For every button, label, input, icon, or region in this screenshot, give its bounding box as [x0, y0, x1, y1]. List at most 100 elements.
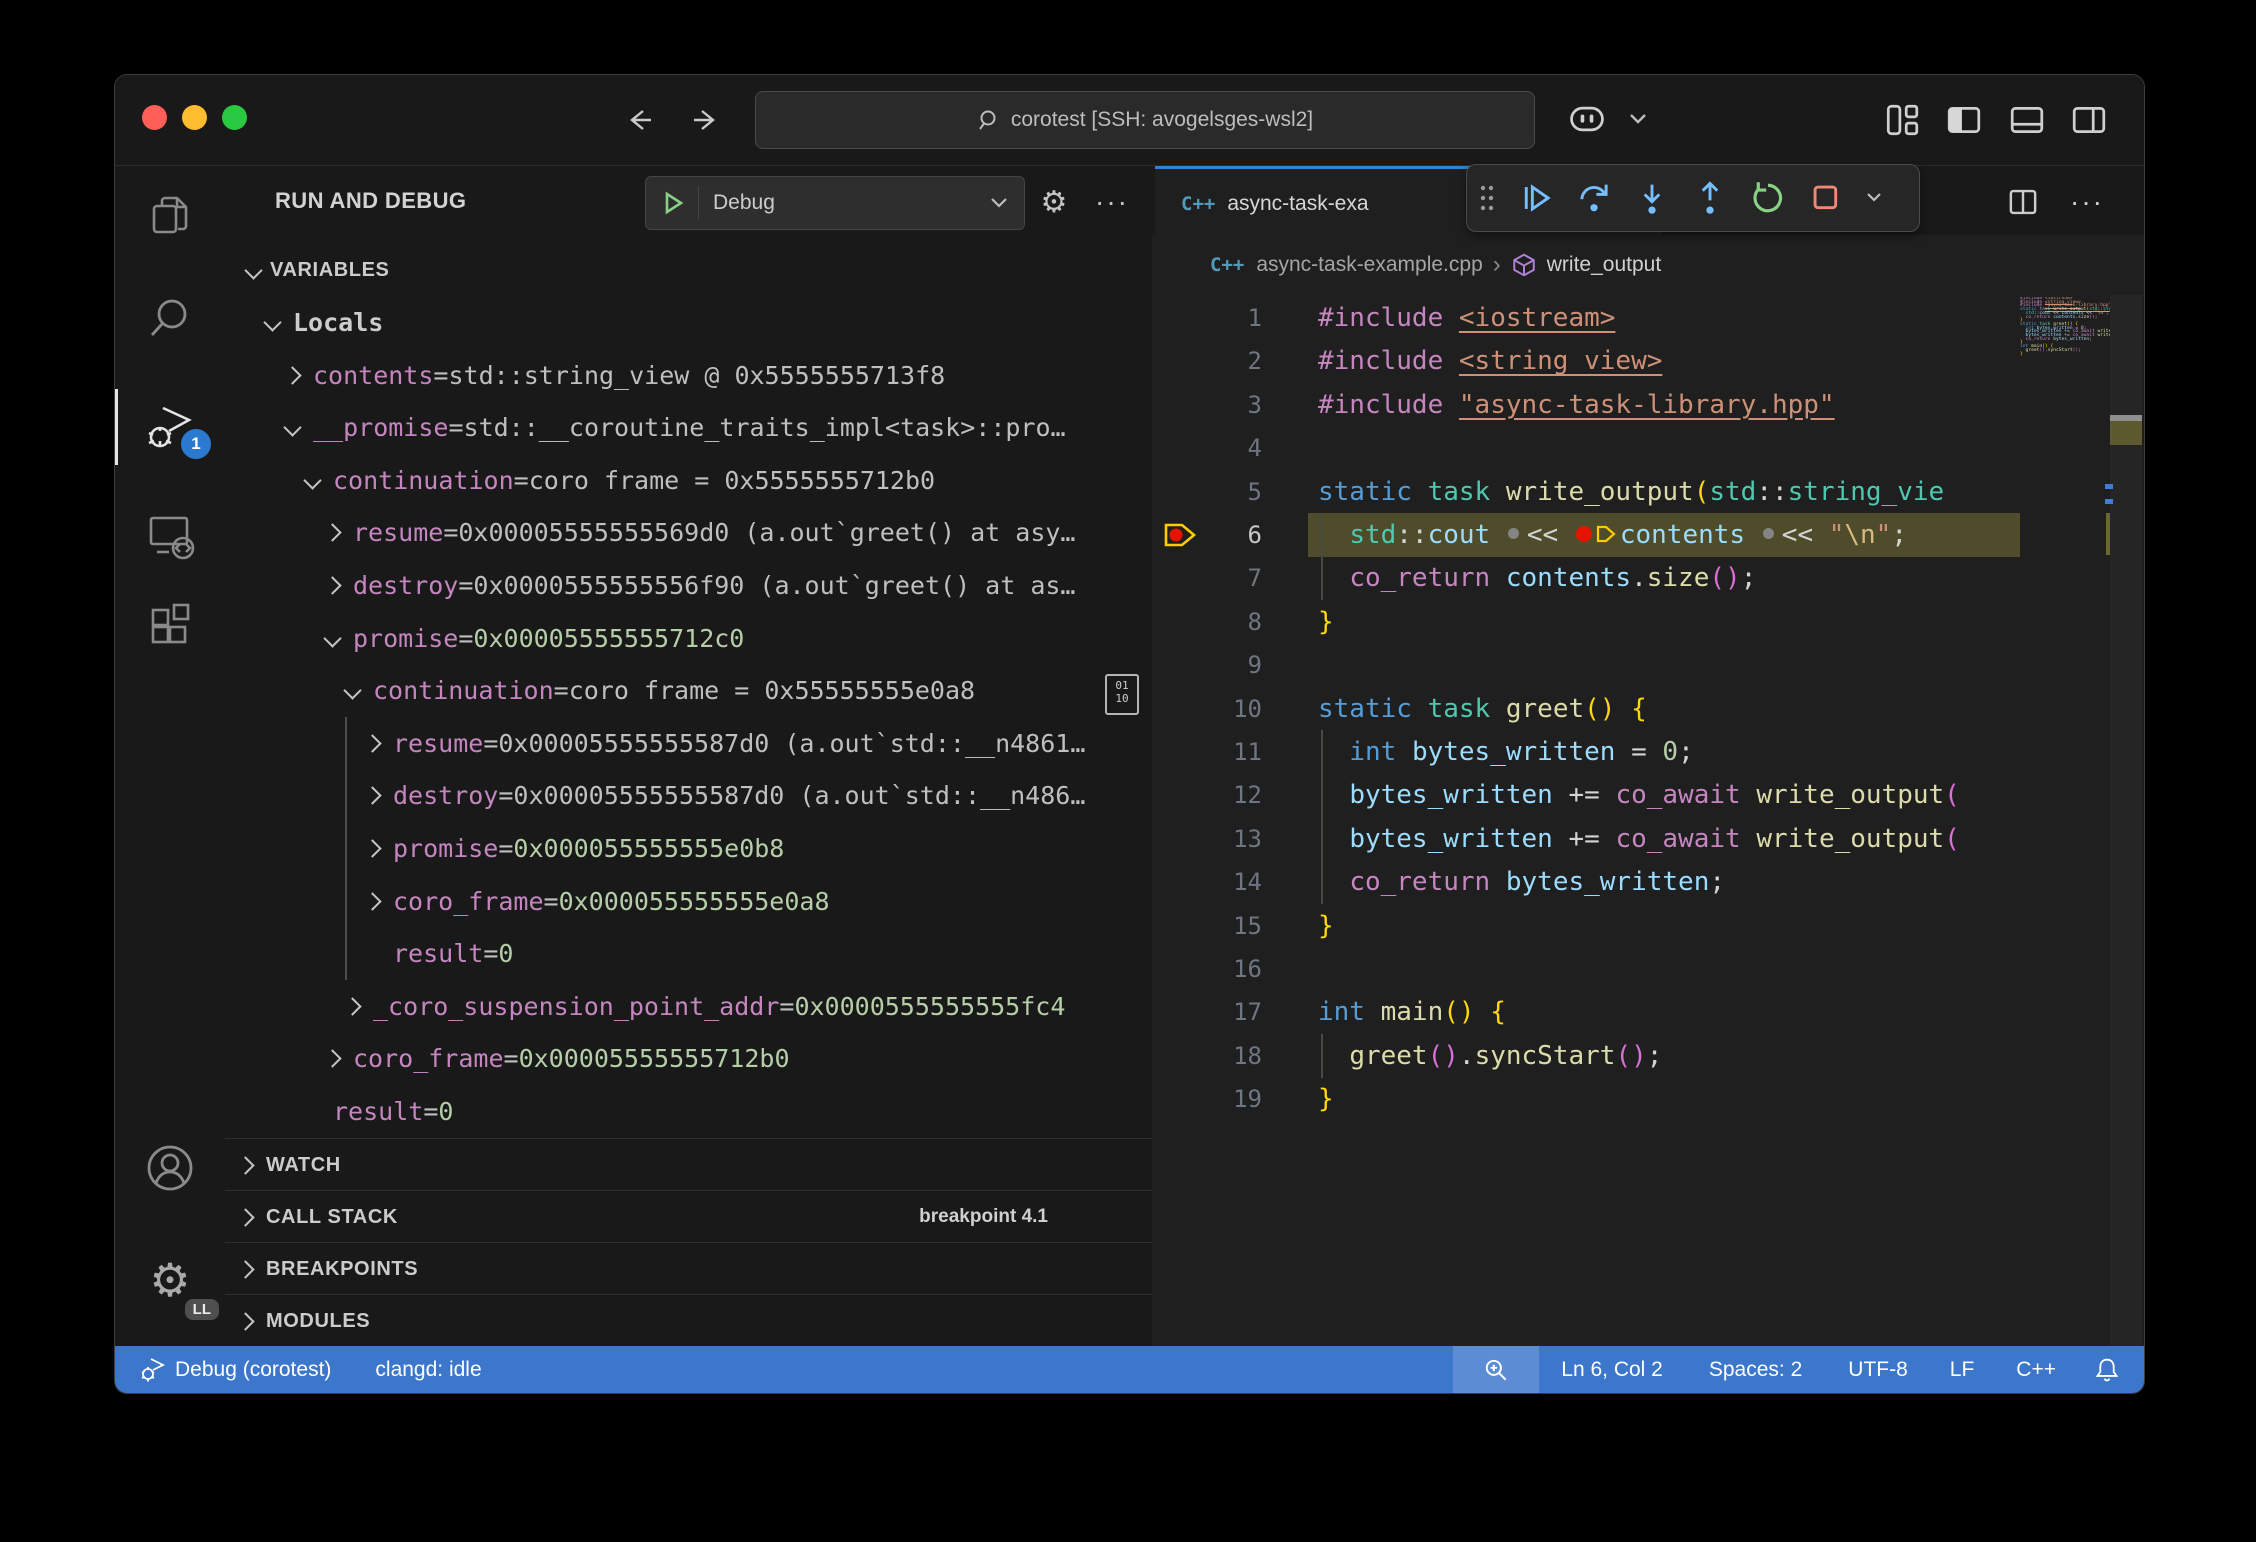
code-line[interactable]: 1#include <iostream>: [1152, 296, 2020, 340]
variable-row[interactable]: destroy = 0x0000555555556f90 (a.out`gree…: [225, 559, 1152, 612]
line-number[interactable]: 3: [1152, 383, 1262, 427]
code-line[interactable]: 12 bytes_written += co_await write_outpu…: [1152, 773, 2020, 817]
indentation-item[interactable]: Spaces: 2: [1695, 1346, 1816, 1393]
line-number[interactable]: 2: [1152, 339, 1262, 383]
chevron-right-icon[interactable]: [363, 839, 381, 857]
split-editor-icon[interactable]: [2003, 182, 2043, 222]
line-number[interactable]: 19: [1152, 1077, 1262, 1121]
stop-chevron-down-icon[interactable]: [1855, 170, 1893, 226]
inline-breakpoint-candidate-icon[interactable]: [1508, 528, 1519, 539]
close-window-button[interactable]: [142, 105, 167, 130]
code-line[interactable]: 4: [1152, 426, 2020, 470]
line-number[interactable]: 7: [1152, 556, 1262, 600]
variable-row[interactable]: result = 0: [225, 927, 1152, 980]
chevron-right-icon[interactable]: [363, 892, 381, 910]
code-line[interactable]: 13 bytes_written += co_await write_outpu…: [1152, 817, 2020, 861]
code-line[interactable]: 18 greet().syncStart();: [1152, 1034, 2020, 1078]
chevron-right-icon[interactable]: [343, 997, 361, 1015]
breadcrumb-symbol[interactable]: write_output: [1547, 253, 1661, 277]
toggle-panel-icon[interactable]: [2008, 101, 2046, 139]
line-number[interactable]: 9: [1152, 643, 1262, 687]
debug-status-item[interactable]: Debug (corotest): [115, 1346, 345, 1393]
step-into-button[interactable]: [1623, 170, 1681, 226]
variable-row[interactable]: promise = 0x000055555555e0b8: [225, 822, 1152, 875]
search-sidebar-icon[interactable]: [115, 270, 225, 366]
eol-item[interactable]: LF: [1936, 1346, 1989, 1393]
variable-row[interactable]: promise = 0x00005555555712c0: [225, 612, 1152, 665]
clangd-status-item[interactable]: clangd: idle: [361, 1346, 495, 1393]
variable-row[interactable]: __promise = std::__coroutine_traits_impl…: [225, 401, 1152, 454]
views-more-icon[interactable]: ···: [1087, 176, 1137, 228]
line-number[interactable]: 17: [1152, 990, 1262, 1034]
section-watch[interactable]: WATCH: [225, 1138, 1152, 1191]
code-line[interactable]: 19}: [1152, 1077, 2020, 1121]
code-line[interactable]: 6 std::cout << contents << "\n";: [1152, 513, 2020, 557]
chevron-down-icon[interactable]: [343, 681, 361, 699]
chevron-down-icon[interactable]: [303, 471, 321, 489]
minimap[interactable]: #include <iostream>#include <string_view…: [2020, 297, 2110, 356]
code-line[interactable]: 17int main() {: [1152, 990, 2020, 1034]
configure-gear-icon[interactable]: ⚙: [1031, 176, 1077, 228]
encoding-item[interactable]: UTF-8: [1834, 1346, 1922, 1393]
chevron-right-icon[interactable]: [283, 366, 301, 384]
inline-breakpoint-candidate-icon[interactable]: [1763, 528, 1774, 539]
code-line[interactable]: 3#include "async-task-library.hpp": [1152, 383, 2020, 427]
chevron-right-icon[interactable]: [363, 787, 381, 805]
code-area[interactable]: 1#include <iostream>2#include <string_vi…: [1152, 295, 2144, 1346]
copilot-chevron-down-icon[interactable]: [1627, 111, 1649, 127]
variable-row[interactable]: result = 0: [225, 1085, 1152, 1138]
scrollbar[interactable]: [2110, 295, 2142, 1346]
breadcrumb-file[interactable]: async-task-example.cpp: [1256, 253, 1482, 277]
chevron-right-icon[interactable]: [323, 524, 341, 542]
variable-row[interactable]: _coro_suspension_point_addr = 0x00005555…: [225, 980, 1152, 1033]
extensions-icon[interactable]: [115, 577, 225, 673]
variable-row[interactable]: Locals: [225, 296, 1152, 349]
code-line[interactable]: 7 co_return contents.size();: [1152, 556, 2020, 600]
line-number[interactable]: 11: [1152, 730, 1262, 774]
code-line[interactable]: 15}: [1152, 904, 2020, 948]
copilot-icon[interactable]: [1567, 101, 1607, 137]
toggle-secondary-sidebar-icon[interactable]: [2070, 101, 2108, 139]
code-line[interactable]: 11 int bytes_written = 0;: [1152, 730, 2020, 774]
run-and-debug-icon[interactable]: 1: [115, 379, 225, 475]
chevron-down-icon[interactable]: [283, 418, 301, 436]
line-number[interactable]: 12: [1152, 773, 1262, 817]
zoom-window-button[interactable]: [222, 105, 247, 130]
line-number[interactable]: 18: [1152, 1034, 1262, 1078]
toolbar-gripper-icon[interactable]: [1467, 170, 1507, 226]
variable-row[interactable]: coro_frame = 0x00005555555712b0: [225, 1032, 1152, 1085]
back-icon[interactable]: [623, 103, 657, 137]
forward-icon[interactable]: [688, 103, 722, 137]
section-breakpoints[interactable]: BREAKPOINTS: [225, 1242, 1152, 1295]
cursor-position-item[interactable]: Ln 6, Col 2: [1547, 1346, 1677, 1393]
code-line[interactable]: 2#include <string_view>: [1152, 339, 2020, 383]
settings-gear-icon[interactable]: ⚙ LL: [115, 1232, 225, 1328]
code-line[interactable]: 16: [1152, 947, 2020, 991]
line-number[interactable]: 5: [1152, 470, 1262, 514]
command-center-search[interactable]: corotest [SSH: avogelsges-wsl2]: [755, 91, 1535, 149]
launch-config-dropdown[interactable]: Debug: [645, 176, 1025, 230]
start-debugging-icon[interactable]: [660, 190, 686, 216]
code-line[interactable]: 5static task write_output(std::string_vi…: [1152, 470, 2020, 514]
notifications-bell-icon[interactable]: [2080, 1346, 2144, 1393]
chevron-down-icon[interactable]: [263, 313, 281, 331]
restart-button[interactable]: [1739, 170, 1797, 226]
line-number[interactable]: 14: [1152, 860, 1262, 904]
chevron-right-icon[interactable]: [323, 576, 341, 594]
step-over-button[interactable]: [1565, 170, 1623, 226]
line-number[interactable]: 8: [1152, 600, 1262, 644]
customize-layout-icon[interactable]: [1883, 101, 1921, 139]
chevron-down-icon[interactable]: [323, 629, 341, 647]
line-number[interactable]: 1: [1152, 296, 1262, 340]
language-mode-item[interactable]: C++: [2002, 1346, 2070, 1393]
account-icon[interactable]: [115, 1120, 225, 1216]
inline-breakpoint-icon[interactable]: [1576, 526, 1592, 542]
line-number[interactable]: 16: [1152, 947, 1262, 991]
section-modules[interactable]: MODULES: [225, 1294, 1152, 1346]
variable-row[interactable]: destroy = 0x00005555555587d0 (a.out`std:…: [225, 769, 1152, 822]
code-line[interactable]: 9: [1152, 643, 2020, 687]
zoom-indicator[interactable]: [1453, 1346, 1539, 1393]
remote-explorer-icon[interactable]: [115, 487, 225, 583]
variable-row[interactable]: resume = 0x00005555555569d0 (a.out`greet…: [225, 506, 1152, 559]
line-number[interactable]: 10: [1152, 687, 1262, 731]
